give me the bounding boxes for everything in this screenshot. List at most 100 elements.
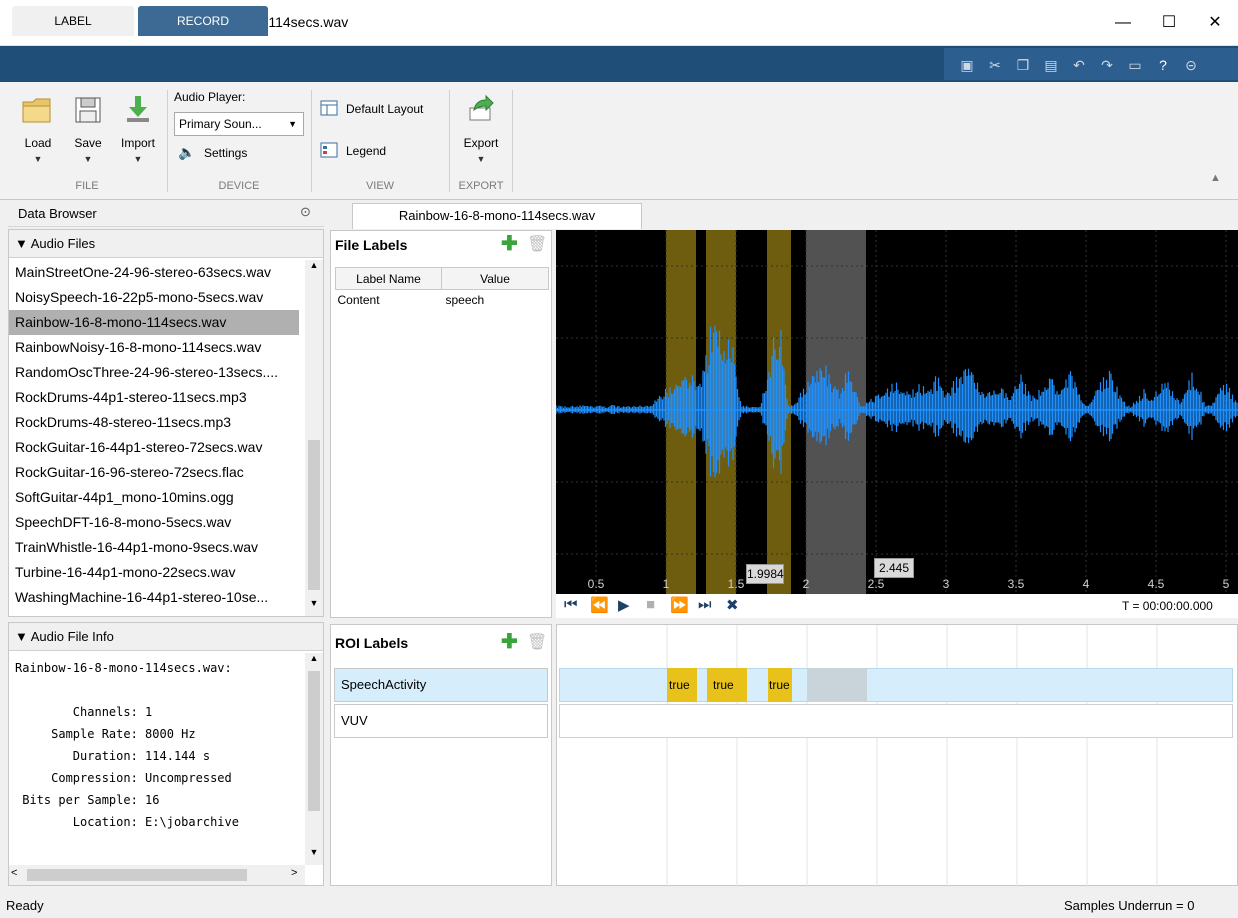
audio-player-dropdown[interactable]: Primary Soun... ▼	[174, 112, 304, 136]
group-device-label: DEVICE	[168, 180, 310, 196]
import-button[interactable]: Import ▼	[116, 92, 160, 172]
collapse-triangle-icon: ▼	[15, 236, 31, 251]
window-icon[interactable]: ▭	[1124, 54, 1146, 76]
scrollbar-thumb[interactable]	[308, 440, 320, 590]
skip-to-end-icon[interactable]: ⏭	[698, 596, 712, 613]
scroll-left-icon[interactable]: <	[11, 867, 17, 879]
scroll-down-icon[interactable]: ▼	[305, 598, 323, 614]
rewind-icon[interactable]: ⏪	[590, 596, 609, 614]
roi-labels-panel: ROI Labels ✚ 🗑	[330, 624, 552, 886]
roi-label-speechactivity[interactable]: SpeechActivity	[334, 668, 548, 702]
tab-label[interactable]: LABEL	[12, 6, 134, 36]
roi-segment[interactable]: true	[667, 668, 697, 702]
skip-to-start-icon[interactable]: ⏮	[564, 596, 578, 613]
document-tab[interactable]: Rainbow-16-8-mono-114secs.wav	[352, 203, 642, 229]
add-label-icon[interactable]: ✚	[501, 231, 518, 256]
quick-access-toolbar: ▣ ✂ ❐ ▤ ↶ ↷ ▭ ? ⊝	[944, 48, 1238, 80]
export-button[interactable]: Export ▼	[456, 92, 506, 172]
table-cell[interactable]: speech	[442, 290, 549, 310]
add-roi-label-icon[interactable]: ✚	[501, 629, 518, 654]
x-tick-label: 5	[1223, 577, 1230, 591]
scrollbar-thumb[interactable]	[27, 869, 247, 881]
x-tick-label: 1.5	[728, 577, 745, 591]
waveform-trace	[556, 326, 1237, 478]
list-item[interactable]: RockDrums-48-stereo-11secs.mp3	[9, 410, 299, 435]
vuv-track[interactable]	[559, 704, 1233, 738]
stop-icon[interactable]: ■	[646, 596, 655, 613]
help-icon[interactable]: ?	[1152, 54, 1174, 76]
list-item[interactable]: RandomOscThree-24-96-stereo-13secs....	[9, 360, 299, 385]
info-scrollbar-vertical[interactable]: ▲ ▼	[305, 653, 323, 865]
audio-player-label: Audio Player:	[174, 90, 245, 104]
legend-button[interactable]: Legend	[320, 140, 420, 162]
list-item[interactable]: SoftGuitar-44p1_mono-10mins.ogg	[9, 485, 299, 510]
export-icon	[466, 94, 496, 122]
panel-menu-icon[interactable]: ⊙	[300, 204, 311, 220]
save-icon[interactable]: ▣	[956, 54, 978, 76]
collapse-ribbon-icon[interactable]: ▲	[1210, 172, 1221, 184]
list-item[interactable]: RainbowNoisy-16-8-mono-114secs.wav	[9, 335, 299, 360]
list-item[interactable]: WashingMachine-16-44p1-stereo-10se...	[9, 585, 299, 610]
scroll-down-icon[interactable]: ▼	[305, 847, 323, 863]
ribbon-separator	[512, 90, 513, 192]
roi-label-vuv[interactable]: VUV	[334, 704, 548, 738]
waveform-plot[interactable]: 0.5 1 1.5 2 2.5 3 3.5 4 4.5 5 1.9984 2.445	[556, 230, 1238, 594]
legend-icon	[320, 142, 338, 158]
tab-record[interactable]: RECORD	[138, 6, 268, 36]
list-item[interactable]: TrainWhistle-16-44p1-mono-9secs.wav	[9, 535, 299, 560]
info-scrollbar-horizontal[interactable]: < >	[9, 865, 305, 885]
undo-icon[interactable]: ↶	[1068, 54, 1090, 76]
speechactivity-track[interactable]	[559, 668, 1233, 702]
audio-file-info-section[interactable]: ▼ Audio File Info	[9, 623, 323, 651]
list-item[interactable]: NoisySpeech-16-22p5-mono-5secs.wav	[9, 285, 299, 310]
loop-off-icon[interactable]: ✖	[726, 596, 739, 614]
list-item[interactable]: Turbine-16-44p1-mono-22secs.wav	[9, 560, 299, 585]
settings-button[interactable]: 🔈 Settings	[178, 142, 278, 164]
play-icon[interactable]: ▶	[618, 596, 630, 614]
data-browser-header: Data Browser ⊙	[8, 201, 324, 227]
samples-underrun-text: Samples Underrun = 0	[1064, 894, 1194, 918]
roi-labels-title: ROI Labels	[335, 635, 408, 651]
chevron-down-icon: ▼	[16, 154, 60, 164]
options-icon[interactable]: ⊝	[1180, 54, 1202, 76]
copy-icon[interactable]: ❐	[1012, 54, 1034, 76]
roi-selection-region[interactable]	[807, 668, 867, 702]
scrollbar-thumb[interactable]	[308, 671, 320, 811]
list-item[interactable]: SpeechDFT-16-8-mono-5secs.wav	[9, 510, 299, 535]
delete-roi-label-icon[interactable]: 🗑	[527, 632, 547, 652]
save-button[interactable]: Save ▼	[66, 92, 110, 172]
list-item[interactable]: RockGuitar-16-44p1-stereo-72secs.wav	[9, 435, 299, 460]
chevron-down-icon: ▼	[288, 113, 297, 135]
fast-forward-icon[interactable]: ⏩	[670, 596, 689, 614]
load-button[interactable]: Load ▼	[16, 92, 60, 172]
close-button[interactable]: ✕	[1192, 0, 1238, 46]
cut-icon[interactable]: ✂	[984, 54, 1006, 76]
x-tick-label: 3.5	[1008, 577, 1025, 591]
column-header[interactable]: Label Name	[336, 268, 442, 290]
roi-segment[interactable]: true	[707, 668, 747, 702]
list-item[interactable]: RockGuitar-16-96-stereo-72secs.flac	[9, 460, 299, 485]
delete-label-icon[interactable]: 🗑	[527, 234, 547, 254]
x-tick-label: 0.5	[588, 577, 605, 591]
table-cell[interactable]: Content	[336, 290, 442, 310]
speaker-settings-icon: 🔈	[178, 144, 195, 161]
file-list-scrollbar[interactable]: ▲ ▼	[305, 260, 323, 616]
paste-icon[interactable]: ▤	[1040, 54, 1062, 76]
scroll-right-icon[interactable]: >	[291, 867, 297, 879]
redo-icon[interactable]: ↷	[1096, 54, 1118, 76]
scroll-up-icon[interactable]: ▲	[305, 260, 323, 276]
list-item[interactable]: RockDrums-44p1-stereo-11secs.mp3	[9, 385, 299, 410]
list-item-selected[interactable]: Rainbow-16-8-mono-114secs.wav	[9, 310, 299, 335]
minimize-button[interactable]: —	[1100, 0, 1146, 46]
scroll-up-icon[interactable]: ▲	[305, 653, 323, 669]
column-header[interactable]: Value	[442, 268, 549, 290]
audio-files-section[interactable]: ▼ Audio Files	[9, 230, 323, 258]
maximize-button[interactable]: ☐	[1146, 0, 1192, 46]
roi-tracks-panel: true true true	[556, 624, 1238, 886]
roi-segment[interactable]: true	[768, 668, 792, 702]
default-layout-button[interactable]: Default Layout	[320, 98, 444, 120]
status-bar: Ready Samples Underrun = 0	[0, 894, 1238, 918]
audio-files-panel: ▼ Audio Files MainStreetOne-24-96-stereo…	[8, 229, 324, 617]
chevron-down-icon: ▼	[66, 154, 110, 164]
list-item[interactable]: MainStreetOne-24-96-stereo-63secs.wav	[9, 260, 299, 285]
